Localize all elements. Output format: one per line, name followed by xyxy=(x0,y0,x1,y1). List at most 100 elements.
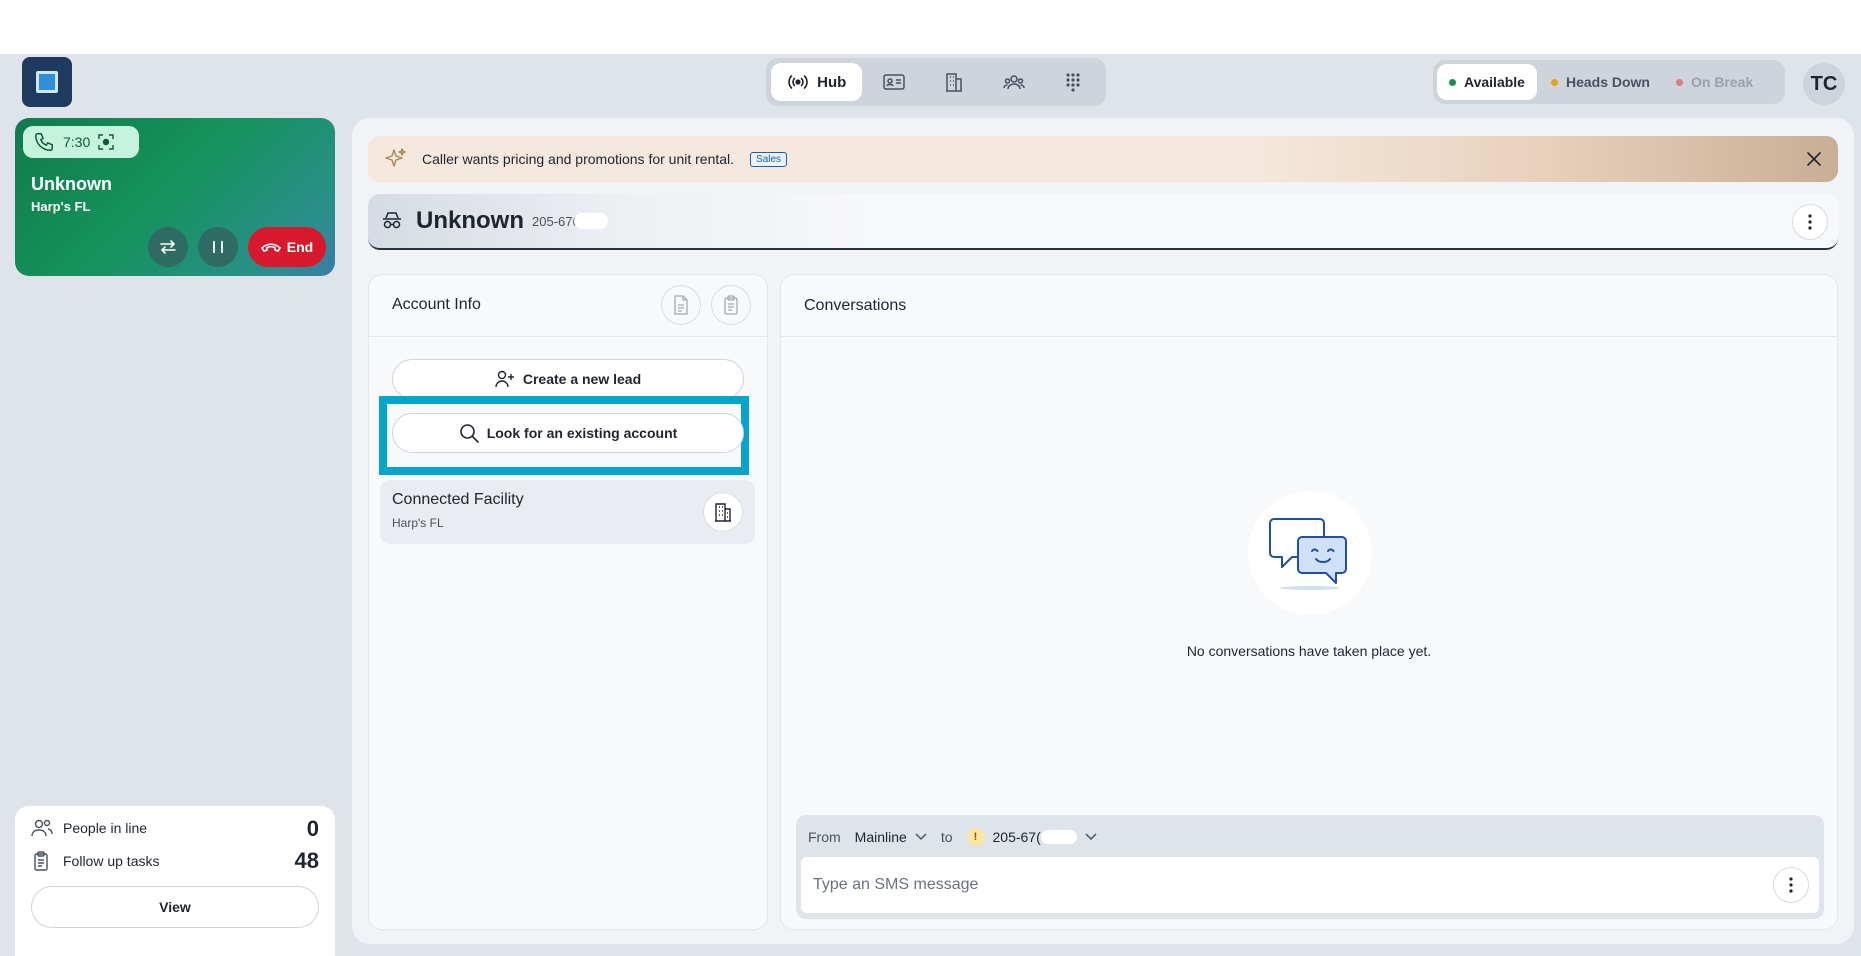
create-lead-label: Create a new lead xyxy=(522,371,642,387)
status-available-label: Available xyxy=(1464,74,1525,90)
open-facility-button[interactable] xyxy=(703,492,743,532)
caller-phone: 205-676 xyxy=(532,213,580,229)
tasks-button[interactable] xyxy=(711,285,751,325)
close-icon xyxy=(1807,152,1821,166)
follow-up-tasks-row: Follow up tasks xyxy=(31,850,159,872)
clipboard-list-icon xyxy=(724,295,738,315)
available-dot xyxy=(1449,78,1456,86)
nav-team[interactable] xyxy=(986,63,1042,101)
redacted-digits xyxy=(573,213,608,229)
sms-routing-row: From Mainline to ! 205-67( xyxy=(808,827,1097,847)
create-lead-button[interactable]: Create a new lead xyxy=(392,359,744,399)
caller-header: Unknown 205-676 xyxy=(368,194,1838,250)
main-nav: Hub xyxy=(766,58,1106,106)
more-vertical-icon xyxy=(1808,214,1812,230)
main-panel: Caller wants pricing and promotions for … xyxy=(352,118,1854,944)
end-call-label: End xyxy=(286,239,314,255)
account-info-title: Account Info xyxy=(392,296,481,313)
caller-name: Unknown xyxy=(31,174,112,194)
active-call-card: 7:30 Unknown Harp's FL End xyxy=(15,118,335,276)
banner-text: Caller wants pricing and promotions for … xyxy=(422,151,735,167)
caller-facility: Harp's FL xyxy=(31,199,91,214)
look-existing-account-button[interactable]: Look for an existing account xyxy=(392,413,744,453)
transfer-button[interactable] xyxy=(148,227,188,267)
id-card-icon xyxy=(883,74,905,90)
warning-badge: ! xyxy=(966,828,985,846)
dialpad-icon xyxy=(1066,73,1080,92)
pause-icon xyxy=(213,241,223,253)
building-icon xyxy=(945,73,962,92)
incognito-icon xyxy=(383,212,401,229)
phone-icon xyxy=(35,133,53,151)
call-timer: 7:30 xyxy=(23,126,139,158)
record-icon xyxy=(98,134,114,150)
people-icon xyxy=(31,819,53,837)
account-info-panel: Account Info Create a new lead Look for … xyxy=(368,274,768,930)
people-in-line-count: 0 xyxy=(306,816,319,841)
nav-contacts[interactable] xyxy=(866,63,922,101)
call-timer-value: 7:30 xyxy=(63,134,91,150)
view-queue-button[interactable]: View xyxy=(31,886,319,928)
connected-facility-name: Harp's FL xyxy=(392,516,444,530)
caller-title: Unknown xyxy=(416,207,524,234)
status-heads-down[interactable]: Heads Down xyxy=(1539,64,1662,100)
document-icon xyxy=(674,295,688,315)
nav-dialpad[interactable] xyxy=(1045,63,1101,101)
chevron-down-icon xyxy=(915,833,927,841)
connected-facility-title: Connected Facility xyxy=(392,491,524,508)
queue-card: People in line 0 Follow up tasks 48 View xyxy=(15,806,335,956)
team-icon xyxy=(1002,75,1025,90)
end-call-button[interactable]: End xyxy=(248,227,326,267)
sparkle-icon xyxy=(385,148,406,167)
app-shell: Hub Available Heads Down On Break TC 7:3… xyxy=(0,54,1861,956)
more-vertical-icon xyxy=(1789,877,1793,893)
broadcast-icon xyxy=(788,75,808,89)
chevron-down-icon xyxy=(1085,833,1097,841)
connected-facility-card: Connected Facility Harp's FL xyxy=(380,480,755,544)
status-on-break-label: On Break xyxy=(1690,74,1754,90)
nav-hub-label: Hub xyxy=(817,73,847,91)
add-person-icon xyxy=(495,370,514,388)
account-info-header: Account Info xyxy=(369,275,767,337)
nav-facilities[interactable] xyxy=(926,63,982,101)
sms-composer: From Mainline to ! 205-67( xyxy=(796,815,1824,919)
from-value: Mainline xyxy=(854,829,907,845)
logo-mark xyxy=(36,71,58,93)
from-label: From xyxy=(808,829,841,845)
status-available[interactable]: Available xyxy=(1437,64,1537,100)
look-existing-account-label: Look for an existing account xyxy=(486,425,678,441)
conversations-header: Conversations xyxy=(781,275,1837,337)
redacted-digits xyxy=(1040,830,1077,844)
from-select[interactable]: Mainline xyxy=(855,829,927,845)
ai-summary-banner: Caller wants pricing and promotions for … xyxy=(368,136,1838,182)
building-icon xyxy=(715,503,731,522)
status-on-break[interactable]: On Break xyxy=(1664,64,1765,100)
people-in-line-row: People in line xyxy=(31,818,147,838)
sms-input-box xyxy=(801,857,1819,913)
caller-more-button[interactable] xyxy=(1792,204,1828,240)
chat-bubbles-icon xyxy=(1269,518,1347,590)
heads-down-dot xyxy=(1550,78,1558,86)
clipboard-icon xyxy=(34,851,48,871)
notes-button[interactable] xyxy=(661,285,701,325)
conversations-panel: Conversations No conversations have take… xyxy=(780,274,1838,930)
availability-toggle: Available Heads Down On Break xyxy=(1433,60,1785,104)
sms-message-input[interactable] xyxy=(813,867,1733,903)
follow-up-tasks-label: Follow up tasks xyxy=(63,853,160,869)
user-avatar[interactable]: TC xyxy=(1803,63,1845,105)
nav-hub[interactable]: Hub xyxy=(771,63,863,101)
hangup-icon xyxy=(260,243,281,252)
empty-conversations-text: No conversations have taken place yet. xyxy=(1186,643,1432,659)
hold-button[interactable] xyxy=(198,227,238,267)
on-break-dot xyxy=(1675,78,1683,86)
to-value: 205-67( xyxy=(992,829,1041,845)
transfer-icon xyxy=(160,240,176,254)
status-heads-down-label: Heads Down xyxy=(1565,74,1650,90)
people-in-line-label: People in line xyxy=(63,820,148,836)
sms-more-button[interactable] xyxy=(1773,867,1809,903)
conversations-title: Conversations xyxy=(804,297,907,314)
close-banner-button[interactable] xyxy=(1802,147,1826,171)
search-icon xyxy=(459,424,479,443)
to-select[interactable]: ! 205-67( xyxy=(966,828,1097,846)
app-logo[interactable] xyxy=(22,57,72,107)
